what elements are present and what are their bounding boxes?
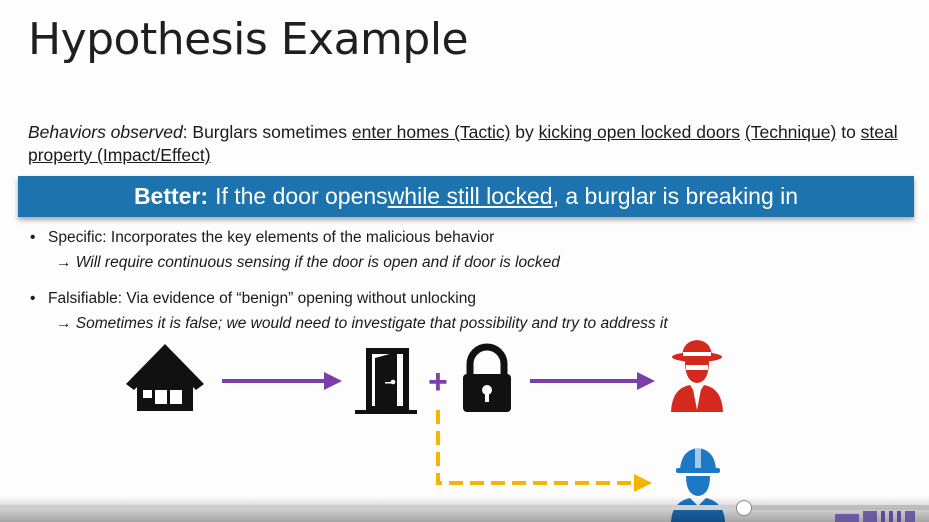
behaviors-text-2: by	[510, 122, 539, 142]
banner-bold: Better:	[133, 183, 209, 209]
behaviors-observed: Behaviors observed: Burglars sometimes e…	[28, 121, 908, 167]
behaviors-label: Behaviors observed	[28, 122, 183, 142]
video-scrubber-handle[interactable]	[736, 500, 752, 516]
bullet-specific: • Specific: Incorporates the key elements…	[30, 229, 494, 247]
banner-text-2: , a burglar is breaking in	[552, 183, 799, 209]
behaviors-text-4: to	[836, 122, 861, 142]
padlock-icon	[463, 343, 511, 412]
bullet-specific-sub: → Will require continuous sensing if the…	[56, 254, 560, 271]
door-icon	[355, 348, 417, 414]
hypothesis-diagram: +	[126, 340, 725, 522]
channel-logo-icon	[835, 511, 915, 522]
slide: Hypothesis Example Behaviors observed: B…	[0, 0, 929, 522]
bullet-text: Falsifiable: Via evidence of “benign” op…	[48, 290, 476, 307]
bullet-falsifiable: • Falsifiable: Via evidence of “benign” o…	[30, 290, 476, 308]
tactic-text: enter homes (Tactic)	[351, 122, 511, 142]
dashed-arrow-to-firefighter	[436, 410, 652, 492]
technique-text: kicking open locked doors	[538, 122, 741, 142]
burglar-icon	[671, 340, 723, 412]
banner-text-1: If the door opens	[215, 183, 388, 209]
banner-underline: while still locked	[387, 183, 553, 209]
bullet-text: Specific: Incorporates the key elements …	[48, 229, 495, 246]
arrow-lock-to-burglar	[530, 372, 655, 390]
arrow-house-to-door	[222, 372, 342, 390]
plus-sign: +	[428, 363, 448, 401]
hypothesis-banner: Better: If the door opens while still lo…	[18, 176, 914, 217]
technique-label: (Technique)	[744, 122, 837, 142]
house-icon	[126, 344, 204, 411]
slide-title: Hypothesis Example	[28, 14, 469, 65]
bullet-dot: •	[30, 290, 36, 307]
behaviors-text-1: : Burglars sometimes	[182, 122, 352, 142]
bullet-dot: •	[30, 229, 36, 246]
video-progress-fill	[0, 505, 743, 510]
